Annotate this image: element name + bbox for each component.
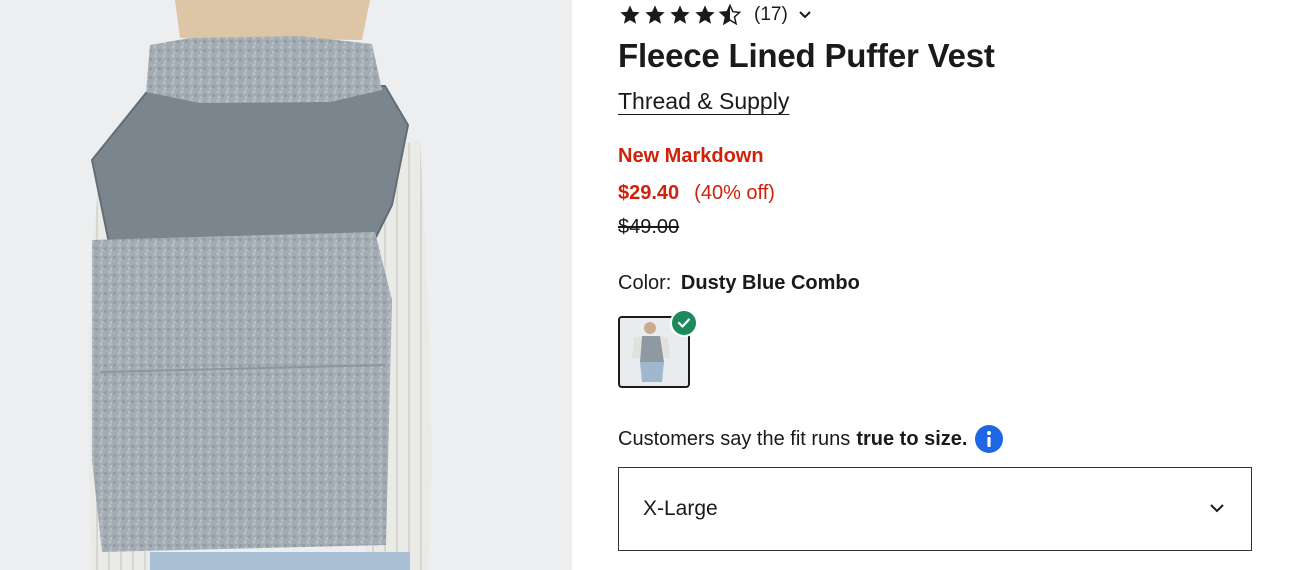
star-rating — [618, 4, 742, 26]
discount-percent: (40% off) — [694, 182, 775, 204]
star-full-icon — [645, 5, 665, 24]
fit-guidance: Customers say the fit runs true to size. — [618, 425, 1004, 453]
chevron-down-icon[interactable] — [798, 10, 812, 20]
color-label: Color: — [618, 272, 672, 294]
star-full-icon — [670, 5, 690, 24]
size-dropdown[interactable]: X-Large — [618, 467, 1252, 551]
markdown-badge: New Markdown — [618, 145, 764, 167]
info-icon[interactable] — [975, 425, 1004, 453]
color-value: Dusty Blue Combo — [680, 272, 860, 294]
review-count: (17) — [754, 4, 788, 25]
star-full-icon — [695, 5, 715, 24]
sale-price: $29.40 — [618, 182, 680, 204]
product-image[interactable] — [0, 0, 572, 570]
color-selection-label: Color: Dusty Blue Combo — [618, 272, 860, 295]
chevron-down-icon — [1209, 500, 1225, 518]
check-icon — [670, 309, 698, 337]
rating-summary[interactable]: (17) — [618, 2, 812, 28]
selected-size: X-Large — [643, 497, 718, 520]
original-price: $49.00 — [618, 216, 680, 238]
product-title: Fleece Lined Puffer Vest — [618, 37, 995, 74]
sale-price-row: $29.40 (40% off) — [618, 182, 775, 205]
product-photo-illustration — [0, 0, 572, 570]
fit-text: Customers say the fit runs — [618, 427, 851, 450]
star-full-icon — [620, 5, 640, 24]
brand-link[interactable]: Thread & Supply — [618, 88, 789, 115]
star-half-icon — [718, 4, 742, 26]
fit-value: true to size. — [856, 427, 968, 450]
